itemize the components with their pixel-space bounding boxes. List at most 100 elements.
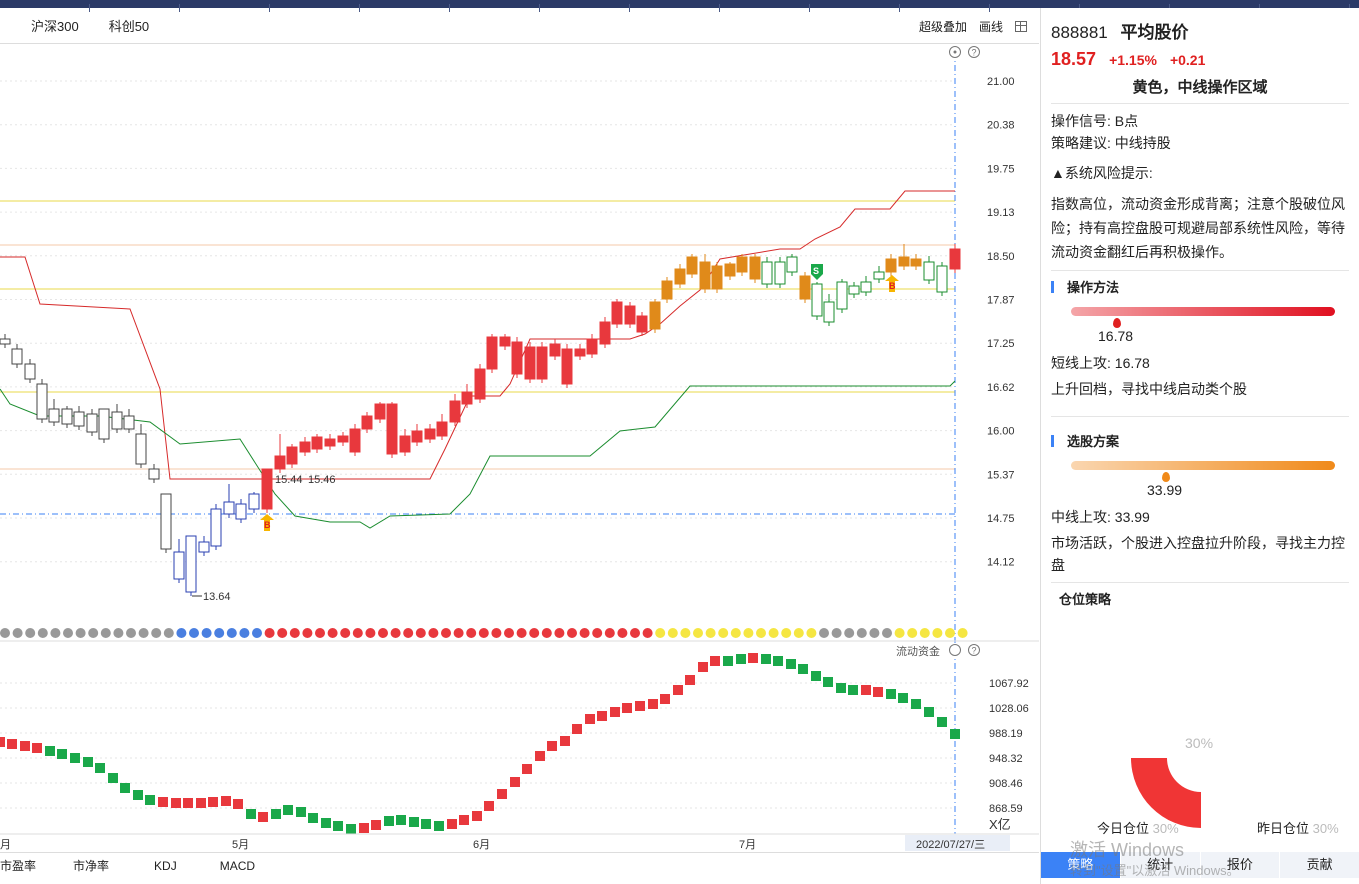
status-dot xyxy=(453,628,464,638)
candle-body xyxy=(261,468,273,510)
status-dot xyxy=(831,628,842,638)
candle-body xyxy=(461,391,473,405)
signal-label: 操作信号: B点 xyxy=(1051,113,1139,129)
candle-body xyxy=(499,336,511,347)
candle-body xyxy=(111,411,123,430)
candle-body xyxy=(86,413,98,433)
flow-bar xyxy=(823,677,833,687)
candle-body xyxy=(549,343,561,357)
candle-body xyxy=(36,383,48,420)
status-dot xyxy=(945,628,955,638)
status-dot xyxy=(441,628,451,638)
status-dot xyxy=(63,628,73,638)
candle-body xyxy=(636,315,648,333)
status-dot xyxy=(37,628,48,638)
overlay-button[interactable]: 超级叠加 xyxy=(919,18,967,35)
svg-text:?: ? xyxy=(972,646,977,656)
candle-body xyxy=(786,256,798,273)
tab-stats[interactable]: 统计 xyxy=(1120,852,1201,878)
tab-macd[interactable]: MACD xyxy=(220,859,255,873)
price-chart-svg[interactable]: 13.64 15.44 15.46 B B S 21.00 20.38 19.75 1… xyxy=(0,44,1039,852)
status-dot xyxy=(630,628,640,638)
tab-contrib[interactable]: 贡献 xyxy=(1280,852,1359,878)
flow-bar xyxy=(510,777,520,787)
candle-body xyxy=(711,265,723,290)
candle-body xyxy=(536,346,548,380)
flow-bar xyxy=(296,807,306,817)
status-dot xyxy=(882,628,892,638)
status-dot xyxy=(604,628,615,638)
layout-grid-icon[interactable] xyxy=(1015,20,1027,32)
y-tick-label: 19.13 xyxy=(987,207,1015,219)
x-label-may: 5月 xyxy=(232,839,249,851)
flow-bar xyxy=(873,687,883,697)
tab-kdj[interactable]: KDJ xyxy=(154,859,177,873)
candle-body xyxy=(0,338,11,345)
y-tick-label: 20.38 xyxy=(987,120,1015,132)
status-dot xyxy=(768,628,779,638)
candle-body xyxy=(524,346,536,380)
candle-body xyxy=(873,271,885,280)
flow-bar xyxy=(145,795,155,805)
status-dot xyxy=(12,628,23,638)
candle-body xyxy=(24,363,36,380)
flow-bar xyxy=(32,743,42,753)
flow-settings-icon[interactable] xyxy=(949,644,961,656)
status-dot xyxy=(894,628,905,638)
y-tick-label: 19.75 xyxy=(987,163,1015,175)
candle-body xyxy=(724,263,736,277)
risk-text: 指数高位，流动资金形成背离；注意个股破位风险；持有高控盘股可规避局部系统性风险，… xyxy=(1051,196,1345,260)
status-dot xyxy=(856,628,867,638)
today-value: 30% xyxy=(1152,821,1179,836)
candle-body xyxy=(574,348,586,357)
candle-body xyxy=(349,428,361,453)
flow-bar xyxy=(409,817,419,827)
status-dot xyxy=(844,628,855,638)
draw-line-button[interactable]: 画线 xyxy=(979,18,1003,35)
flow-bar xyxy=(183,798,193,808)
status-dot xyxy=(315,628,325,638)
tab-pe[interactable]: 市盈率 xyxy=(0,857,36,874)
status-dot xyxy=(403,628,414,638)
tab-pb[interactable]: 市净率 xyxy=(73,857,109,874)
status-dot xyxy=(201,628,212,638)
yesterday-label: 昨日仓位 xyxy=(1257,821,1310,836)
candle-body xyxy=(98,408,110,440)
flow-bar xyxy=(45,746,55,756)
flow-bar xyxy=(886,689,896,699)
status-dot xyxy=(579,628,590,638)
yesterday-value: 30% xyxy=(1312,821,1339,836)
candle-body xyxy=(736,256,748,273)
status-dot xyxy=(264,628,275,638)
status-dot xyxy=(252,628,262,638)
flow-bar xyxy=(610,707,620,717)
flow-y-tick-label: 1028.06 xyxy=(989,703,1029,715)
candle-body xyxy=(848,285,860,295)
flow-bar xyxy=(585,714,595,724)
x-label-jun: 6月 xyxy=(473,839,490,851)
svg-text:S: S xyxy=(813,266,819,276)
flow-bar xyxy=(333,821,343,831)
tab-hs300[interactable]: 沪深300 xyxy=(31,16,79,35)
tab-kc50[interactable]: 科创50 xyxy=(109,16,149,35)
tab-quote[interactable]: 报价 xyxy=(1200,852,1281,878)
chart-area[interactable]: 13.64 15.44 15.46 B B S 21.00 20.38 19.75 1… xyxy=(0,44,1039,852)
status-dot xyxy=(655,628,666,638)
flow-bar xyxy=(924,707,934,717)
flow-y-tick-label: 948.32 xyxy=(989,753,1023,765)
status-dot xyxy=(88,628,99,638)
flow-bar xyxy=(208,797,218,807)
flow-bar xyxy=(158,797,168,807)
status-dot xyxy=(705,628,716,638)
status-dot xyxy=(25,628,36,638)
candle-body xyxy=(436,421,448,437)
flow-bar xyxy=(698,662,708,672)
status-dot xyxy=(113,628,124,638)
svg-text:B: B xyxy=(889,281,896,291)
status-dot xyxy=(226,628,237,638)
tab-strategy[interactable]: 策略 xyxy=(1041,852,1121,878)
candle-body xyxy=(449,400,461,423)
candle-body xyxy=(474,368,486,400)
flow-bar xyxy=(911,699,921,709)
status-dot xyxy=(390,628,401,638)
